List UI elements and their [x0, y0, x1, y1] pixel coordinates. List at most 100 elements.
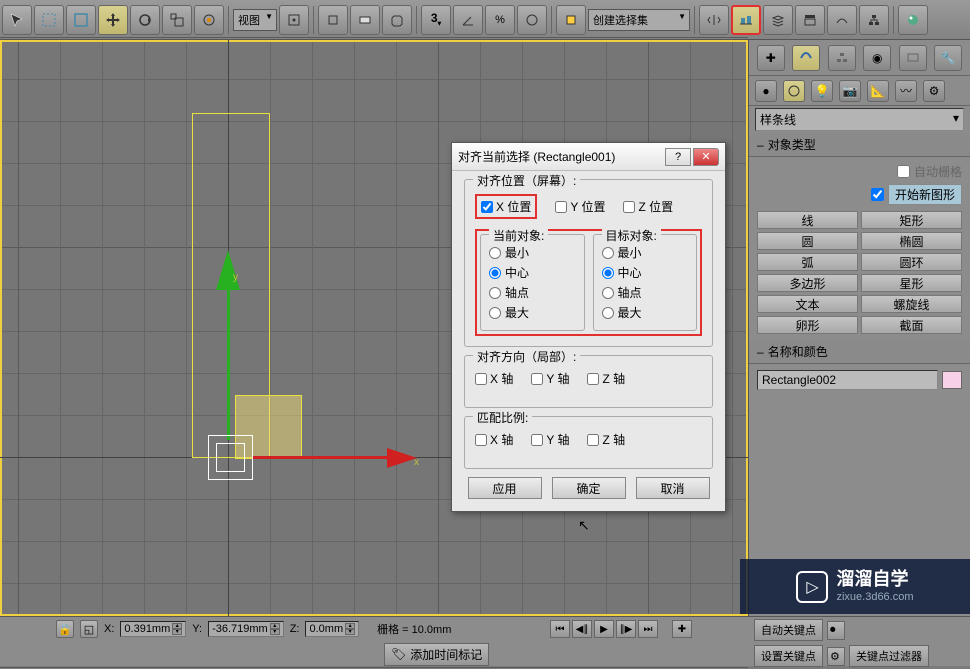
- star-button[interactable]: 星形: [861, 274, 962, 292]
- layers-tool[interactable]: [763, 5, 793, 35]
- geometry-cat[interactable]: ●: [755, 80, 777, 102]
- play-button[interactable]: ▶: [594, 620, 614, 638]
- goto-end-button[interactable]: ⏭: [638, 620, 658, 638]
- motion-tab[interactable]: ◉: [863, 45, 891, 71]
- select-manipulate-tool[interactable]: [318, 5, 348, 35]
- next-frame-button[interactable]: ∥▶: [616, 620, 636, 638]
- key-filters-button[interactable]: 关键点过滤器: [849, 645, 929, 667]
- close-button[interactable]: ✕: [693, 148, 719, 166]
- current-center-radio[interactable]: 中心: [489, 264, 576, 281]
- move-gizmo-x[interactable]: [252, 456, 392, 459]
- target-pivot-radio[interactable]: 轴点: [602, 284, 689, 301]
- percent-snap-tool[interactable]: %: [485, 5, 515, 35]
- toggle-ribbon-tool[interactable]: [795, 5, 825, 35]
- prev-frame-button[interactable]: ◀∥: [572, 620, 592, 638]
- time-config-button[interactable]: ✚: [672, 620, 692, 638]
- y-position-checkbox[interactable]: Y 位置: [555, 194, 605, 219]
- auto-key-button[interactable]: 自动关键点: [754, 619, 823, 641]
- target-max-radio[interactable]: 最大: [602, 304, 689, 321]
- angle-snap-tool[interactable]: [453, 5, 483, 35]
- z-coord-input[interactable]: 0.0mm▴▾: [305, 621, 359, 637]
- help-button[interactable]: ?: [665, 148, 691, 166]
- x-position-checkbox[interactable]: X 位置: [475, 194, 537, 219]
- move-tool[interactable]: [98, 5, 128, 35]
- marquee-tool[interactable]: [34, 5, 64, 35]
- align-tool[interactable]: [731, 5, 761, 35]
- modify-tab[interactable]: [792, 45, 820, 71]
- target-center-radio[interactable]: 中心: [602, 264, 689, 281]
- cameras-cat[interactable]: 📷: [839, 80, 861, 102]
- snap-toggle[interactable]: 3▾: [421, 5, 451, 35]
- y-axis-checkbox[interactable]: Y 轴: [531, 370, 569, 387]
- apply-button[interactable]: 应用: [468, 477, 542, 499]
- display-tab[interactable]: [899, 45, 927, 71]
- key-mode-icon[interactable]: ⏺: [827, 621, 845, 640]
- grid-label: 栅格 = 10.0mm: [377, 621, 451, 637]
- shapes-cat[interactable]: [783, 80, 805, 102]
- lights-cat[interactable]: 💡: [811, 80, 833, 102]
- section-button[interactable]: 截面: [861, 316, 962, 334]
- donut-button[interactable]: 圆环: [861, 253, 962, 271]
- key-filters-icon[interactable]: ⚙: [827, 647, 845, 666]
- ref-coordsys-dropdown[interactable]: 视图: [233, 9, 277, 31]
- target-min-radio[interactable]: 最小: [602, 244, 689, 261]
- pivot-center-tool[interactable]: [279, 5, 309, 35]
- x-coord-input[interactable]: 0.391mm▴▾: [120, 621, 186, 637]
- named-selections-tool[interactable]: [382, 5, 412, 35]
- ok-button[interactable]: 确定: [552, 477, 626, 499]
- utilities-tab[interactable]: 🔧: [934, 45, 962, 71]
- helpers-cat[interactable]: 📐: [867, 80, 889, 102]
- cancel-button[interactable]: 取消: [636, 477, 710, 499]
- arc-button[interactable]: 弧: [757, 253, 858, 271]
- spinner-snap-tool[interactable]: [517, 5, 547, 35]
- object-type-rollout[interactable]: –对象类型: [749, 133, 970, 157]
- mirror-tool[interactable]: [699, 5, 729, 35]
- helix-button[interactable]: 螺旋线: [861, 295, 962, 313]
- add-time-tag-button[interactable]: 🏷添加时间标记: [384, 643, 489, 666]
- egg-button[interactable]: 卵形: [757, 316, 858, 334]
- name-color-rollout[interactable]: –名称和颜色: [749, 340, 970, 364]
- create-tab[interactable]: ✚: [757, 45, 785, 71]
- select-tool[interactable]: [2, 5, 32, 35]
- auto-grid-checkbox[interactable]: [897, 165, 910, 178]
- text-button[interactable]: 文本: [757, 295, 858, 313]
- current-max-radio[interactable]: 最大: [489, 304, 576, 321]
- scale-y-checkbox[interactable]: Y 轴: [531, 431, 569, 448]
- systems-cat[interactable]: ⚙: [923, 80, 945, 102]
- start-new-shape-checkbox[interactable]: [871, 188, 884, 201]
- edit-named-sel[interactable]: [556, 5, 586, 35]
- dialog-titlebar[interactable]: 对齐当前选择 (Rectangle001) ? ✕: [452, 143, 725, 171]
- z-position-checkbox[interactable]: Z 位置: [623, 194, 673, 219]
- goto-start-button[interactable]: ⏮: [550, 620, 570, 638]
- rotate-tool[interactable]: [130, 5, 160, 35]
- object-name-input[interactable]: [757, 370, 938, 390]
- current-min-radio[interactable]: 最小: [489, 244, 576, 261]
- hierarchy-tab[interactable]: [828, 45, 856, 71]
- y-coord-input[interactable]: -36.719mm▴▾: [208, 621, 284, 637]
- ngon-button[interactable]: 多边形: [757, 274, 858, 292]
- scale-z-checkbox[interactable]: Z 轴: [587, 431, 625, 448]
- schematic-view-tool[interactable]: [859, 5, 889, 35]
- curve-editor-tool[interactable]: [827, 5, 857, 35]
- scale-tool[interactable]: [162, 5, 192, 35]
- scale-x-checkbox[interactable]: X 轴: [475, 431, 513, 448]
- window-crossing-tool[interactable]: [66, 5, 96, 35]
- z-axis-checkbox[interactable]: Z 轴: [587, 370, 625, 387]
- transform-type-in-icon[interactable]: ◱: [80, 620, 98, 638]
- placement-tool[interactable]: [194, 5, 224, 35]
- named-sel-dropdown[interactable]: 创建选择集: [588, 9, 690, 31]
- material-editor-tool[interactable]: [898, 5, 928, 35]
- x-axis-checkbox[interactable]: X 轴: [475, 370, 513, 387]
- spline-dropdown[interactable]: 样条线▾: [755, 108, 964, 131]
- circle-button[interactable]: 圆: [757, 232, 858, 250]
- selection-lock-icon[interactable]: 🔒: [56, 620, 74, 638]
- set-key-button[interactable]: 设置关键点: [754, 645, 823, 667]
- rectangle-button[interactable]: 矩形: [861, 211, 962, 229]
- ellipse-button[interactable]: 椭圆: [861, 232, 962, 250]
- line-button[interactable]: 线: [757, 211, 858, 229]
- current-pivot-radio[interactable]: 轴点: [489, 284, 576, 301]
- keyboard-shortcut-tool[interactable]: [350, 5, 380, 35]
- spacewarps-cat[interactable]: 〰: [895, 80, 917, 102]
- move-gizmo-center[interactable]: [216, 443, 245, 472]
- object-color-swatch[interactable]: [942, 371, 962, 389]
